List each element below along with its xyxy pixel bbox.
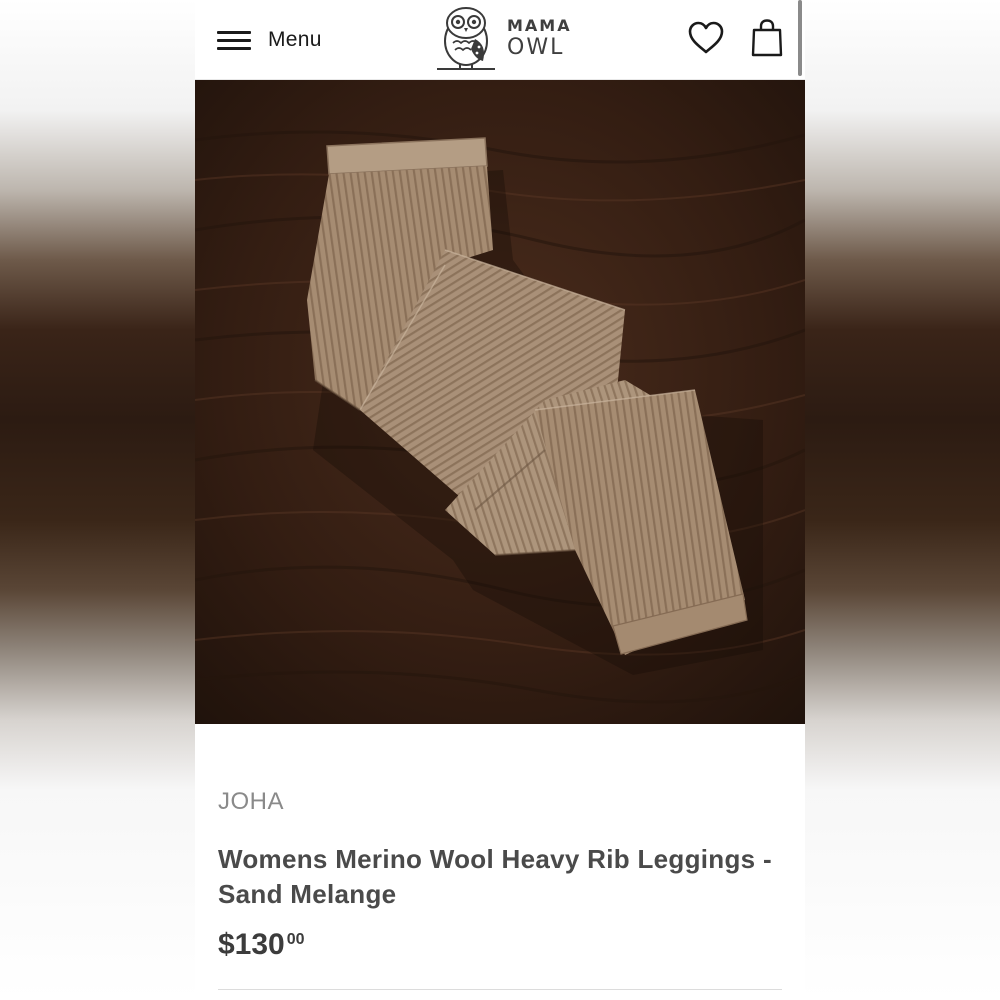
product-image[interactable] [195, 80, 805, 724]
product-price: $130 00 [218, 926, 305, 964]
menu-label: Menu [268, 28, 322, 51]
site-logo[interactable]: MAMA OWL [433, 2, 573, 74]
price-dollars: $130 [218, 928, 285, 961]
logo-line-2: OWL [507, 34, 565, 60]
heart-icon [688, 21, 724, 54]
scrollbar[interactable] [798, 0, 802, 76]
hamburger-menu-icon [217, 29, 251, 51]
shopping-bag-icon [751, 19, 783, 57]
logo-line-1: MAMA [507, 15, 572, 35]
phone-screen: Menu MAMA OWL JOHA Womens Merino Wool He… [195, 0, 805, 1000]
logo-wordmark: MAMA OWL [507, 15, 572, 60]
cart-button[interactable] [751, 18, 783, 58]
price-cents: 00 [286, 931, 305, 948]
leggings-photo [195, 80, 805, 724]
product-brand[interactable]: JOHA [218, 788, 284, 816]
owl-logo-icon [437, 7, 495, 70]
divider [218, 989, 782, 990]
site-header: Menu MAMA OWL [195, 0, 805, 80]
menu-button[interactable]: Menu [217, 22, 322, 58]
product-title: Womens Merino Wool Heavy Rib Leggings - … [218, 844, 772, 909]
wishlist-button[interactable] [687, 20, 725, 56]
